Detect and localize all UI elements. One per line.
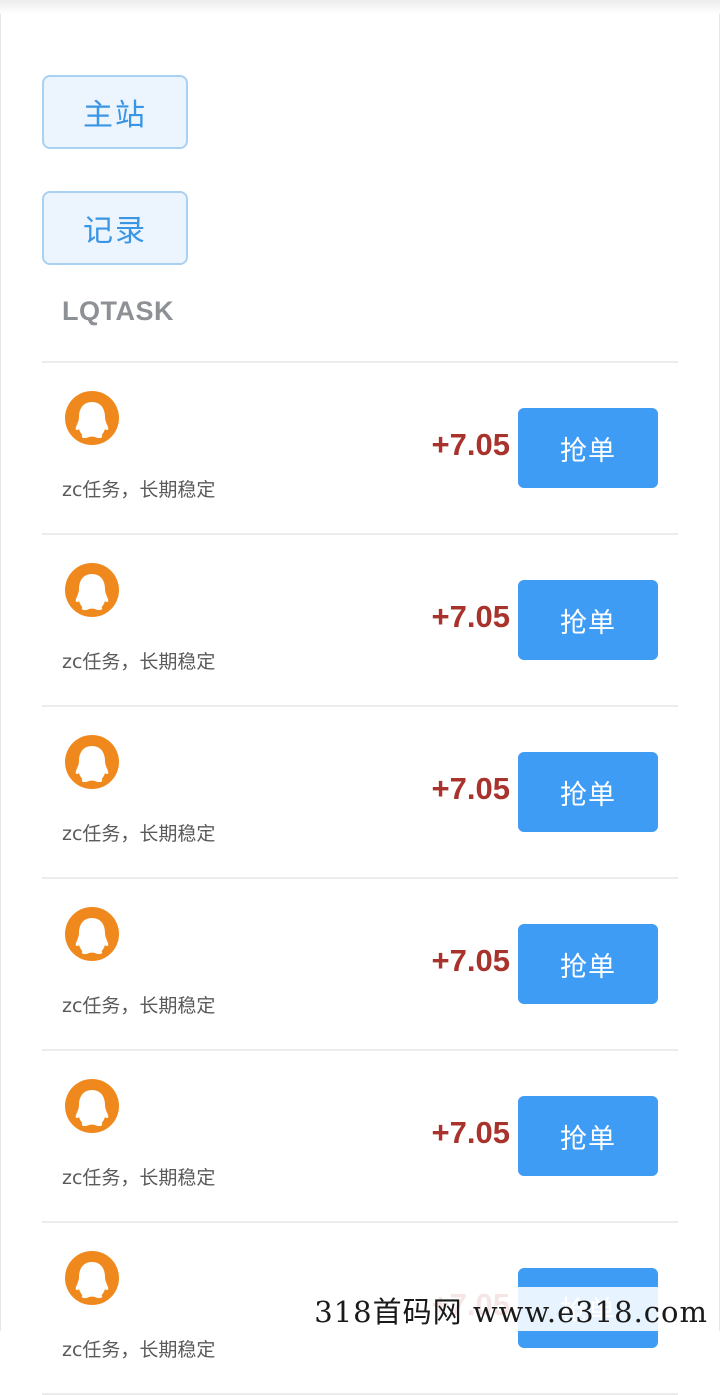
task-row: zc任务，长期稳定 +7.05抢单 [42, 535, 678, 707]
qq-penguin-icon [65, 735, 119, 789]
task-row: zc任务，长期稳定 +7.05抢单 [42, 707, 678, 879]
site-watermark: 318首码网 www.e318.com [308, 1287, 712, 1331]
task-reward: +7.05 [431, 427, 510, 462]
task-description: zc任务，长期稳定 [62, 1167, 216, 1189]
task-row: zc任务，长期稳定 +7.05抢单 [42, 363, 678, 535]
qq-penguin-icon [65, 907, 119, 961]
task-description: zc任务，长期稳定 [62, 479, 216, 501]
records-button[interactable]: 记录 [42, 191, 188, 265]
grab-order-button[interactable]: 抢单 [518, 924, 658, 1004]
qq-penguin-icon [65, 1079, 119, 1133]
task-description: zc任务，长期稳定 [62, 995, 216, 1017]
task-description: zc任务，长期稳定 [62, 823, 216, 845]
task-description: zc任务，长期稳定 [62, 651, 216, 673]
grab-order-button[interactable]: 抢单 [518, 752, 658, 832]
qq-penguin-icon [65, 563, 119, 617]
qq-penguin-icon [65, 391, 119, 445]
section-title: LQTASK [62, 296, 174, 326]
task-reward: +7.05 [431, 771, 510, 806]
task-row: zc任务，长期稳定 +7.05抢单 [42, 879, 678, 1051]
task-row: zc任务，长期稳定 +7.05抢单 [42, 1051, 678, 1223]
main-site-button[interactable]: 主站 [42, 75, 188, 149]
qq-penguin-icon [65, 1251, 119, 1305]
grab-order-button[interactable]: 抢单 [518, 1096, 658, 1176]
task-reward: +7.05 [431, 1115, 510, 1150]
top-shadow [0, 0, 720, 14]
task-reward: +7.05 [431, 599, 510, 634]
task-description: zc任务，长期稳定 [62, 1339, 216, 1361]
grab-order-button[interactable]: 抢单 [518, 408, 658, 488]
task-reward: +7.05 [431, 943, 510, 978]
grab-order-button[interactable]: 抢单 [518, 580, 658, 660]
task-list: zc任务，长期稳定 +7.05 抢单 zc任务，长期稳定 +7.05 抢单 zc任务，长期稳… [42, 361, 678, 1395]
